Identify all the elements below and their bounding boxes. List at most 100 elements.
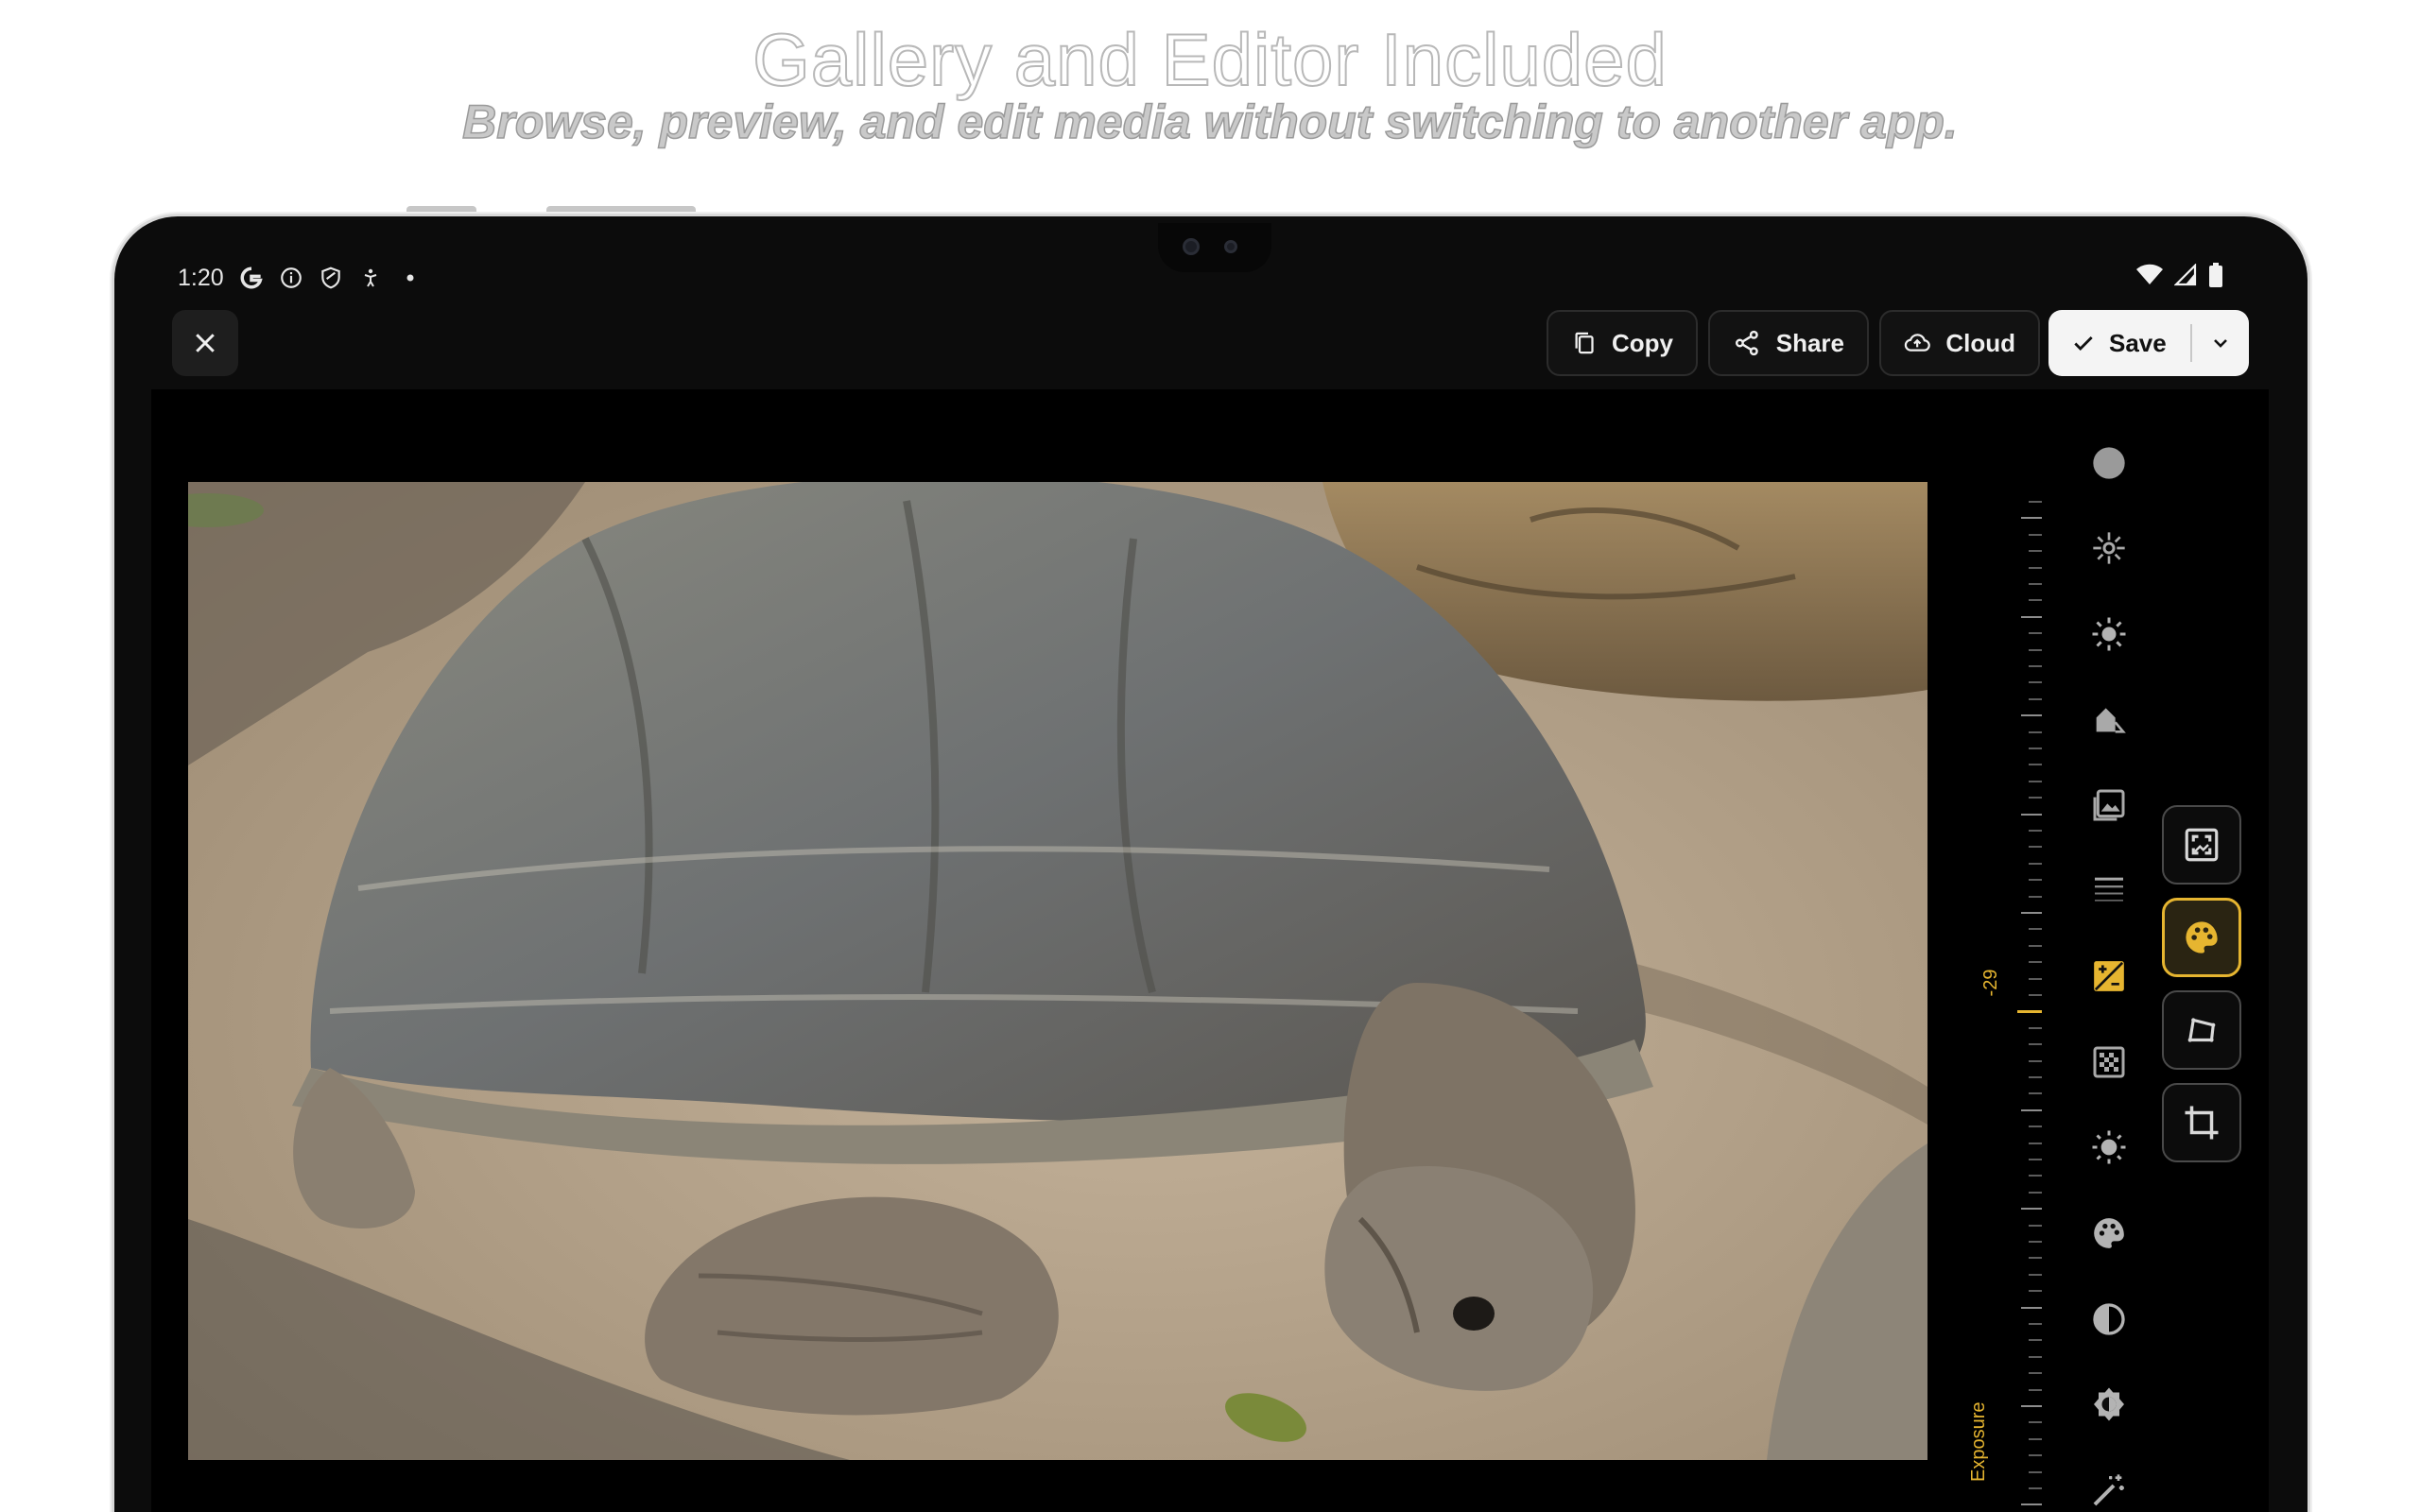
share-label: Share: [1775, 328, 1844, 357]
ruler-tick: [2029, 632, 2042, 635]
battery-icon: [2208, 263, 2223, 292]
checker-icon: [2093, 1046, 2125, 1078]
hardware-button: [406, 206, 476, 214]
share-button[interactable]: Share: [1708, 310, 1869, 376]
magic-tool-button[interactable]: [2081, 1462, 2137, 1512]
ruler-tick: [2029, 1076, 2042, 1078]
ruler-tick: [2029, 501, 2042, 503]
ruler-tick: [2029, 1290, 2042, 1293]
magic-wand-icon: [2093, 1474, 2124, 1506]
ruler-tick: [2029, 1191, 2042, 1194]
check-icon: [2074, 336, 2093, 351]
wifi-icon: [2136, 264, 2163, 291]
fit-screen-icon: [2185, 828, 2219, 862]
fit-mode-button[interactable]: [2162, 805, 2241, 885]
color-tool-button[interactable]: [2081, 1205, 2137, 1262]
photo-preview[interactable]: [188, 482, 1927, 1460]
cloud-upload-icon: [1904, 334, 1930, 352]
sun-icon: [2092, 617, 2126, 651]
ruler-tick: [2029, 830, 2042, 832]
google-g-icon: [237, 264, 266, 292]
cloud-label: Cloud: [1945, 328, 2015, 357]
image-icon: [2093, 789, 2125, 821]
tone-tool-button[interactable]: [2081, 1376, 2137, 1433]
ruler-tick: [2029, 1224, 2042, 1227]
front-sensor: [1224, 240, 1237, 253]
brightness-tool-button[interactable]: [2081, 606, 2137, 662]
close-icon: [196, 334, 215, 352]
exposure-ruler[interactable]: [2004, 472, 2042, 1512]
exposure-tool-button[interactable]: [2081, 948, 2137, 1005]
ruler-tick: [2021, 1503, 2042, 1506]
shield-icon: [317, 264, 345, 292]
ruler-tick: [2029, 1339, 2042, 1342]
ruler-tick: [2021, 615, 2042, 618]
copy-icon: [1575, 332, 1594, 354]
ruler-tick: [2029, 648, 2042, 651]
exposure-label: Exposure: [1968, 1401, 1989, 1483]
ruler-tick: [2029, 928, 2042, 931]
ruler-tick: [2029, 550, 2042, 553]
copy-button[interactable]: Copy: [1547, 310, 1698, 376]
dot-icon: [396, 264, 424, 292]
auto-tool-button[interactable]: [2081, 435, 2137, 491]
ruler-tick: [2029, 1470, 2042, 1473]
warmth-tool-button[interactable]: [2081, 1119, 2137, 1176]
cloud-button[interactable]: Cloud: [1879, 310, 2040, 376]
vignette-tool-button[interactable]: [2081, 1034, 2137, 1091]
crop-icon: [2185, 1106, 2219, 1140]
ruler-tick: [2029, 697, 2042, 700]
ruler-tick: [2029, 747, 2042, 749]
ruler-tick: [2029, 566, 2042, 569]
ruler-tick: [2029, 1273, 2042, 1276]
crop-mode-button[interactable]: [2162, 1083, 2241, 1162]
ruler-tick: [2029, 681, 2042, 684]
sun-small-icon: [2092, 1130, 2126, 1164]
camera-notch: [1158, 223, 1271, 272]
ruler-tick: [2029, 1059, 2042, 1062]
ruler-tick: [2021, 813, 2042, 816]
ruler-tick: [2029, 862, 2042, 865]
shadows-tool-button[interactable]: [2081, 691, 2137, 747]
perspective-mode-button[interactable]: [2162, 990, 2241, 1070]
ruler-tick: [2029, 599, 2042, 602]
promo-subtitle: Browse, preview, and edit media without …: [461, 94, 1958, 149]
exposure-value: -29: [1979, 969, 2001, 997]
shadow-house-icon: [2096, 708, 2126, 733]
ruler-tick: [2029, 1323, 2042, 1325]
front-camera: [1183, 238, 1200, 255]
ruler-tick: [2029, 764, 2042, 766]
ruler-tick: [2029, 780, 2042, 782]
image-adjust-tool-button[interactable]: [2081, 777, 2137, 833]
close-button[interactable]: [172, 310, 238, 376]
ruler-indicator: [2017, 1010, 2042, 1014]
tortoise-photo: [188, 482, 1927, 1460]
grain-tool-button[interactable]: [2081, 862, 2137, 919]
ruler-tick: [2029, 1142, 2042, 1144]
copy-label: Copy: [1612, 328, 1673, 357]
ruler-tick: [2029, 1043, 2042, 1046]
highlights-tool-button[interactable]: [2081, 520, 2137, 576]
status-bar-left: 1:20: [178, 261, 424, 295]
save-split-button: Save: [2048, 310, 2249, 376]
contrast-tool-button[interactable]: [2081, 1291, 2137, 1348]
ruler-tick: [2021, 1108, 2042, 1111]
accessibility-icon: [356, 264, 385, 292]
palette-icon: [2094, 1218, 2124, 1248]
sparkle-icon: [2093, 532, 2125, 564]
save-button[interactable]: Save: [2048, 310, 2190, 376]
ruler-tick: [2029, 1388, 2042, 1391]
ruler-tick: [2029, 665, 2042, 667]
save-options-button[interactable]: [2192, 310, 2249, 376]
ruler-tick: [2029, 1092, 2042, 1095]
adjust-mode-button[interactable]: [2162, 898, 2241, 977]
ruler-tick: [2021, 517, 2042, 520]
share-icon: [1735, 330, 1758, 356]
ruler-tick: [2021, 912, 2042, 914]
chevron-down-icon: [2214, 339, 2227, 348]
ruler-tick: [2029, 797, 2042, 799]
ruler-tick: [2029, 1421, 2042, 1424]
ruler-tick: [2029, 895, 2042, 898]
circle-icon: [2093, 447, 2125, 479]
ruler-tick: [2029, 1026, 2042, 1029]
